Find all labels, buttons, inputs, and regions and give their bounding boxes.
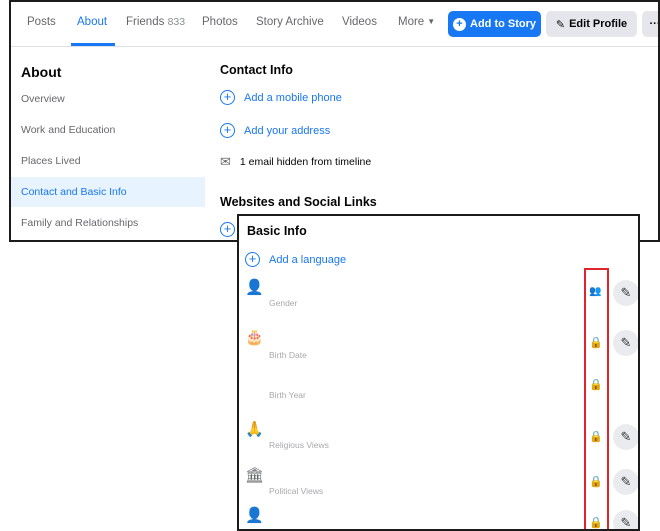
edit-political-views-button[interactable]: ✎ <box>613 469 638 495</box>
add-circle-icon: + <box>220 123 235 138</box>
tab-friends[interactable]: Friends 833 <box>126 16 185 28</box>
praying-hands-icon: 🙏 <box>245 421 264 438</box>
add-circle-icon: + <box>220 90 235 105</box>
sidebar-item-family-relationships[interactable]: Family and Relationships <box>11 208 205 238</box>
plus-circle-icon: + <box>453 17 466 31</box>
contact-info-title: Contact Info <box>220 63 293 77</box>
tab-more-label: More <box>398 16 425 28</box>
email-hidden-row: ✉ 1 email hidden from timeline <box>220 154 371 170</box>
basic-info-panel: Basic Info + Add a language 👤 Gender 👥 ✎… <box>237 214 640 531</box>
field-birth-date: 🎂 Birth Date 🔒 ✎ <box>239 328 638 368</box>
tab-photos[interactable]: Photos <box>202 16 238 28</box>
field-birth-date-label: Birth Date <box>269 350 307 360</box>
add-to-story-button[interactable]: + Add to Story <box>448 11 541 37</box>
add-address-label: Add your address <box>244 124 331 137</box>
tab-videos[interactable]: Videos <box>342 16 377 28</box>
caret-down-icon: ▼ <box>427 17 436 27</box>
sidebar-item-overview[interactable]: Overview <box>11 84 205 114</box>
edit-profile-label: Edit Profile <box>569 18 628 30</box>
add-address-link[interactable]: + Add your address <box>220 123 330 138</box>
active-tab-indicator <box>71 43 115 46</box>
about-sidebar: About Overview Work and Education Places… <box>11 48 206 240</box>
add-circle-icon: + <box>245 252 260 267</box>
cake-icon: 🎂 <box>245 329 264 346</box>
edit-profile-button[interactable]: ✎ Edit Profile <box>546 11 637 37</box>
field-partial: 👤 🔒 ✎ <box>239 506 638 530</box>
profile-tab-bar: Posts About Friends 833 Photos Story Arc… <box>11 2 658 47</box>
tab-story-archive[interactable]: Story Archive <box>256 16 324 28</box>
add-language-label: Add a language <box>269 253 347 266</box>
pencil-icon: ✎ <box>620 335 632 350</box>
edit-religious-views-button[interactable]: ✎ <box>613 424 638 450</box>
pencil-icon: ✎ <box>620 285 632 300</box>
field-birth-year: Birth Year 🔒 <box>239 374 638 414</box>
more-options-button[interactable]: ··· <box>642 11 660 37</box>
add-mobile-phone-link[interactable]: + Add a mobile phone <box>220 90 342 105</box>
field-political-views: 🏛 Political Views 🔒 ✎ <box>239 466 638 506</box>
edit-birth-date-button[interactable]: ✎ <box>613 330 638 356</box>
websites-title: Websites and Social Links <box>220 195 377 209</box>
add-circle-icon: + <box>220 222 235 237</box>
tab-about[interactable]: About <box>77 16 107 28</box>
field-birth-year-label: Birth Year <box>269 390 306 400</box>
field-religious-views: 🙏 Religious Views 🔒 ✎ <box>239 420 638 460</box>
sidebar-title: About <box>21 64 62 80</box>
email-hidden-label: 1 email hidden from timeline <box>239 156 372 168</box>
add-website-link[interactable]: + <box>220 222 235 237</box>
sidebar-item-contact-basic-info[interactable]: Contact and Basic Info <box>11 177 205 207</box>
pencil-icon: ✎ <box>620 429 632 444</box>
more-dots-icon: ··· <box>649 18 660 30</box>
add-language-link[interactable]: + Add a language <box>245 252 346 267</box>
about-content: Contact Info + Add a mobile phone + Add … <box>216 48 656 240</box>
sidebar-item-work-education[interactable]: Work and Education <box>11 115 205 145</box>
person-icon: 👤 <box>245 279 264 296</box>
field-gender-label: Gender <box>269 298 298 308</box>
field-religious-views-label: Religious Views <box>269 440 329 450</box>
sidebar-item-places-lived[interactable]: Places Lived <box>11 146 205 176</box>
tab-posts[interactable]: Posts <box>27 16 56 28</box>
tab-more[interactable]: More ▼ <box>398 16 435 28</box>
add-to-story-label: Add to Story <box>470 18 536 30</box>
tab-friends-label: Friends <box>126 16 165 28</box>
add-mobile-phone-label: Add a mobile phone <box>244 91 342 104</box>
field-political-views-label: Political Views <box>269 486 324 496</box>
edit-gender-button[interactable]: ✎ <box>613 280 638 306</box>
edit-partial-button[interactable]: ✎ <box>613 510 638 530</box>
pencil-icon: ✎ <box>620 474 632 489</box>
field-gender: 👤 Gender 👥 ✎ <box>239 278 638 318</box>
basic-info-title: Basic Info <box>247 224 307 238</box>
person-icon: 👤 <box>245 507 264 524</box>
friends-count: 833 <box>167 16 186 28</box>
profile-about-panel: Posts About Friends 833 Photos Story Arc… <box>9 0 660 242</box>
building-icon: 🏛 <box>245 467 265 484</box>
pencil-icon: ✎ <box>555 18 566 31</box>
envelope-icon: ✉ <box>220 154 231 169</box>
privacy-highlight-box <box>584 268 609 529</box>
pencil-icon: ✎ <box>620 515 632 530</box>
